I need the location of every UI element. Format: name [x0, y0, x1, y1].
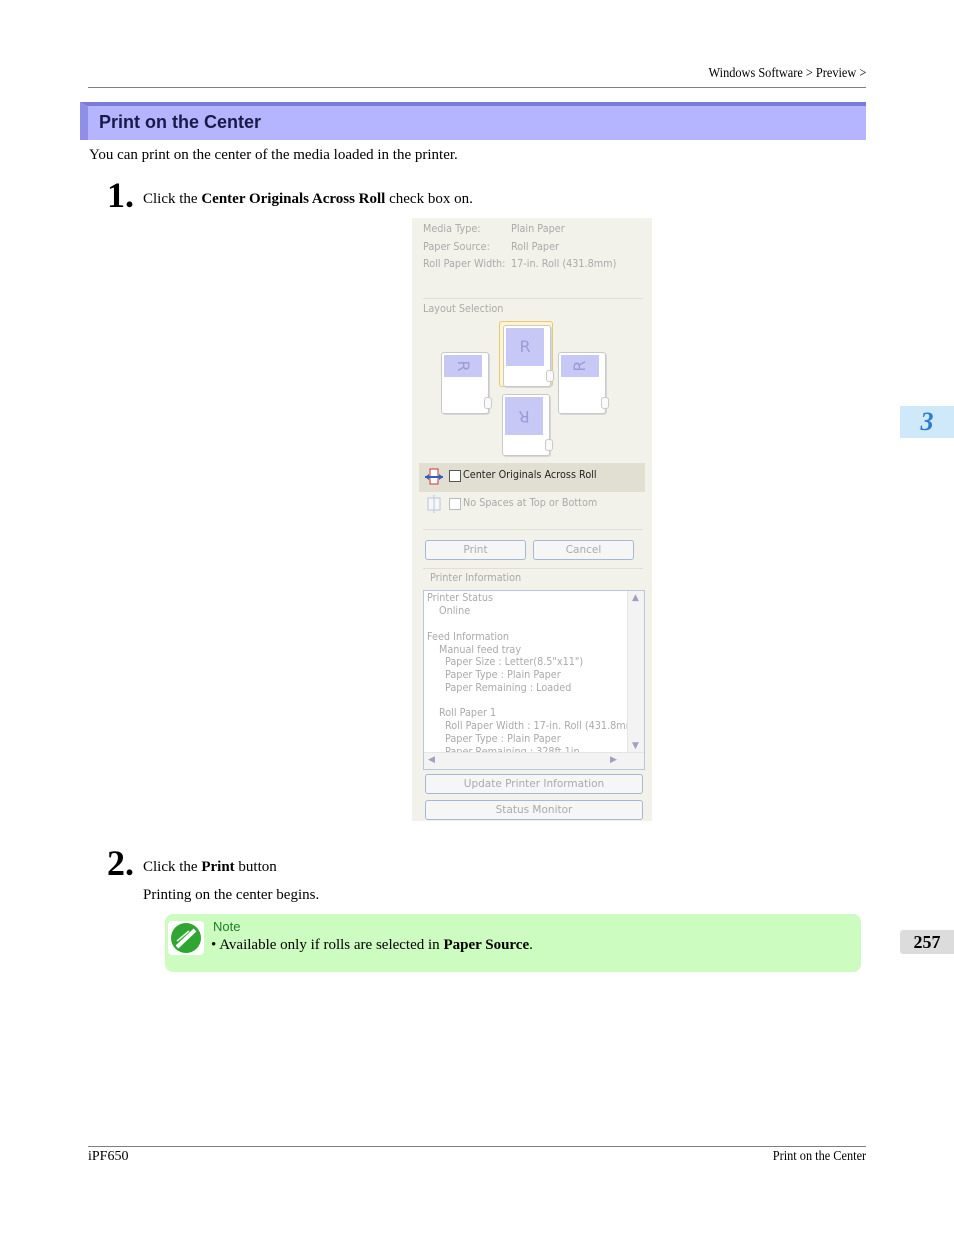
- breadcrumb: Windows Software > Preview >: [708, 66, 866, 81]
- panel-divider: [423, 298, 643, 299]
- step-1-bold: Center Originals Across Roll: [201, 191, 386, 207]
- roll-icon: [601, 397, 609, 409]
- step-2-result: Printing on the center begins.: [143, 887, 320, 903]
- paper-source-value: Roll Paper: [511, 241, 559, 253]
- info-line: Paper Type : Plain Paper: [445, 669, 561, 681]
- step-2-bold: Print: [201, 859, 235, 875]
- scroll-right-icon[interactable]: ▶: [610, 755, 617, 765]
- cancel-button[interactable]: Cancel: [533, 540, 634, 560]
- scroll-down-icon[interactable]: ▼: [632, 741, 639, 751]
- update-printer-info-button[interactable]: Update Printer Information: [425, 774, 643, 794]
- footer-divider: [88, 1146, 866, 1147]
- scroll-left-icon[interactable]: ◀: [428, 755, 435, 765]
- roll-width-value: 17-in. Roll (431.8mm): [511, 258, 617, 270]
- scroll-up-icon[interactable]: ▲: [632, 593, 639, 603]
- note-bold: Paper Source: [443, 937, 530, 953]
- settings-panel-screenshot: Media Type: Plain Paper Paper Source: Ro…: [412, 218, 652, 821]
- step-1-pre: Click the: [143, 191, 202, 207]
- info-line: Paper Remaining : Loaded: [445, 682, 572, 694]
- center-originals-checkbox[interactable]: [449, 470, 461, 482]
- media-type-value: Plain Paper: [511, 223, 565, 235]
- layout-thumb-top[interactable]: R: [503, 325, 554, 387]
- intro-text: You can print on the center of the media…: [89, 147, 458, 163]
- paper-source-label: Paper Source:: [423, 241, 490, 253]
- step-1-text: Click the Center Originals Across Roll c…: [143, 191, 473, 208]
- info-line: Feed Information: [427, 631, 510, 643]
- vertical-scrollbar[interactable]: ▲ ▼: [627, 591, 644, 753]
- info-line: Paper Type : Plain Paper: [445, 733, 561, 745]
- header-divider: [88, 87, 866, 88]
- print-button[interactable]: Print: [425, 540, 526, 560]
- step-1-post: check box on.: [385, 191, 473, 207]
- printer-info-box[interactable]: Printer Status Online Feed Information M…: [423, 590, 645, 770]
- note-text: • Available only if rolls are selected i…: [211, 937, 533, 954]
- footer-section: Print on the Center: [772, 1149, 866, 1164]
- note-pencil-icon: [168, 921, 204, 955]
- center-originals-label: Center Originals Across Roll: [463, 469, 597, 481]
- layout-thumb-top-paper: R: [506, 328, 544, 366]
- roll-icon: [545, 439, 553, 451]
- layout-thumb-left-paper: R: [444, 355, 482, 377]
- roll-width-label: Roll Paper Width:: [423, 258, 506, 270]
- media-type-label: Media Type:: [423, 223, 481, 235]
- layout-thumb-right-paper: R: [561, 355, 599, 377]
- step-1-number: 1.: [107, 175, 134, 215]
- info-line: Roll Paper 1: [439, 707, 497, 719]
- info-line: Online: [439, 605, 471, 617]
- printer-information-label: Printer Information: [430, 572, 522, 584]
- page-number-tab: 257: [900, 930, 954, 954]
- info-line: Printer Status: [427, 592, 493, 604]
- chapter-tab[interactable]: 3: [900, 406, 954, 438]
- layout-thumb-right[interactable]: R: [558, 352, 609, 414]
- info-line: Roll Paper Width : 17-in. Roll (431.8mm: [445, 720, 636, 732]
- info-line: Manual feed tray: [439, 644, 522, 656]
- info-line: Paper Size : Letter(8.5"x11"): [445, 656, 584, 668]
- note-post: .: [529, 937, 533, 953]
- no-spaces-checkbox[interactable]: [449, 498, 461, 510]
- layout-selection-label: Layout Selection: [423, 303, 504, 315]
- panel-divider: [423, 568, 643, 569]
- step-2-text: Click the Print button: [143, 859, 277, 876]
- step-2-post: button: [234, 859, 277, 875]
- roll-icon: [484, 397, 492, 409]
- panel-divider: [423, 529, 643, 530]
- layout-thumb-bottom-paper: R: [505, 397, 543, 435]
- layout-thumb-bottom[interactable]: R: [502, 394, 553, 456]
- roll-icon: [546, 370, 554, 382]
- step-2-number: 2.: [107, 843, 134, 883]
- step-2-pre: Click the: [143, 859, 202, 875]
- status-monitor-button[interactable]: Status Monitor: [425, 800, 643, 820]
- no-spaces-label: No Spaces at Top or Bottom: [463, 497, 598, 509]
- layout-thumb-left[interactable]: R: [441, 352, 492, 414]
- center-originals-icon: [425, 468, 443, 485]
- section-title: Print on the Center: [99, 112, 262, 132]
- no-spaces-icon: [427, 495, 441, 513]
- note-pre: Available only if rolls are selected in: [219, 937, 444, 953]
- note-bullet: •: [211, 937, 217, 953]
- note-label: Note: [213, 919, 241, 934]
- footer-model: iPF650: [88, 1149, 129, 1164]
- horizontal-scrollbar[interactable]: ◀ ▶: [424, 752, 644, 769]
